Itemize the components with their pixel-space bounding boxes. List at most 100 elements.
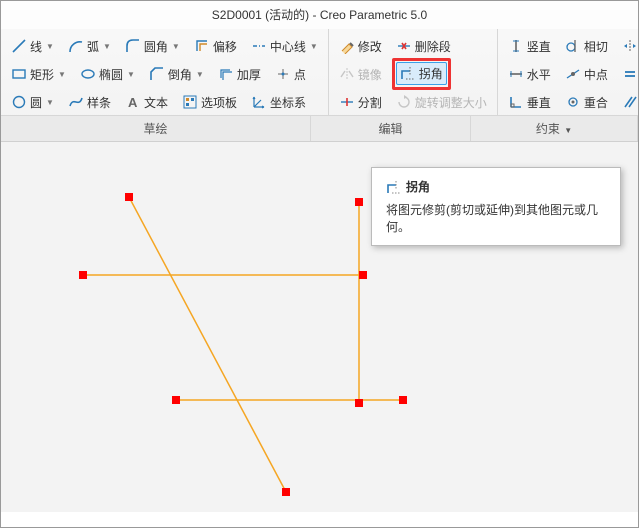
- mirror-icon: [339, 66, 355, 82]
- equal-button[interactable]: 相等: [618, 63, 639, 86]
- point-button[interactable]: 点: [271, 63, 310, 86]
- midpoint-label: 中点: [584, 66, 608, 83]
- endpoint-handle[interactable]: [359, 271, 367, 279]
- vertical-button[interactable]: 竖直: [504, 35, 555, 58]
- rotate-resize-button: 旋转调整大小: [392, 91, 491, 114]
- group-label-edit: 编辑: [311, 116, 471, 141]
- offset-button[interactable]: 偏移: [190, 35, 241, 58]
- rotate-resize-label: 旋转调整大小: [415, 94, 487, 111]
- palette-icon: [182, 94, 198, 110]
- centerline-button[interactable]: 中心线▼: [247, 35, 322, 58]
- text-label: 文本: [144, 94, 168, 111]
- endpoint-handle[interactable]: [399, 396, 407, 404]
- text-icon: A: [125, 94, 141, 110]
- chamfer-label: 倒角: [168, 66, 192, 83]
- csys-button[interactable]: 坐标系: [247, 91, 310, 114]
- group-label-sketch: 草绘: [1, 116, 311, 141]
- perpendicular-button[interactable]: 垂直: [504, 91, 555, 114]
- circle-label: 圆: [30, 94, 42, 111]
- text-button[interactable]: A文本: [121, 91, 172, 114]
- group-label-constrain[interactable]: 约束 ▼: [471, 116, 638, 141]
- perpendicular-icon: [508, 94, 524, 110]
- equal-icon: [622, 66, 638, 82]
- corner-icon: [400, 65, 416, 81]
- modify-button[interactable]: 修改: [335, 35, 386, 58]
- chamfer-button[interactable]: 倒角 ▼: [145, 63, 208, 86]
- window-title: S2D0001 (活动的) - Creo Parametric 5.0: [1, 1, 638, 29]
- line-icon: [11, 38, 27, 54]
- rect-icon: [11, 66, 27, 82]
- rect-label: 矩形: [30, 66, 54, 83]
- endpoint-handle[interactable]: [125, 193, 133, 201]
- mirror-button: 镜像: [335, 63, 386, 86]
- perpendicular-label: 垂直: [527, 94, 551, 111]
- symmetric-button[interactable]: 对称: [618, 35, 639, 58]
- offset-label: 偏移: [213, 38, 237, 55]
- dropdown-arrow-icon: ▼: [310, 42, 318, 51]
- parallel-button[interactable]: 平行: [618, 91, 639, 114]
- endpoint-handle[interactable]: [79, 271, 87, 279]
- dropdown-arrow-icon: ▼: [196, 70, 204, 79]
- split-label: 分割: [358, 94, 382, 111]
- spline-icon: [68, 94, 84, 110]
- chamfer-icon: [149, 66, 165, 82]
- tangent-button[interactable]: 相切: [561, 35, 612, 58]
- mirror-label: 镜像: [358, 66, 382, 83]
- endpoint-handle[interactable]: [282, 488, 290, 496]
- tangent-icon: [565, 38, 581, 54]
- delete-seg-label: 删除段: [415, 38, 451, 55]
- endpoint-handle[interactable]: [355, 399, 363, 407]
- group-sketch: 线▼弧▼圆角▼偏移中心线▼矩形▼椭圆▼倒角▼加厚点圆▼样条A文本选项板坐标系: [1, 29, 329, 115]
- delete-seg-button[interactable]: 删除段: [392, 35, 455, 58]
- group-constrain: 竖直 相切对称水平 中点相等垂直重合平行: [498, 29, 639, 115]
- rect-button[interactable]: 矩形 ▼: [7, 63, 70, 86]
- vertical-icon: [508, 38, 524, 54]
- csys-label: 坐标系: [270, 94, 306, 111]
- split-button[interactable]: 分割: [335, 91, 386, 114]
- point-icon: [275, 66, 291, 82]
- rotate-resize-icon: [396, 94, 412, 110]
- vertical-label: 竖直: [527, 38, 551, 55]
- sketch-canvas[interactable]: 拐角 将图元修剪(剪切或延伸)到其他图元或几何。: [1, 142, 638, 512]
- fillet-icon: [125, 38, 141, 54]
- delete-seg-icon: [396, 38, 412, 54]
- ribbon: 线▼弧▼圆角▼偏移中心线▼矩形▼椭圆▼倒角▼加厚点圆▼样条A文本选项板坐标系 修…: [1, 29, 638, 142]
- sketch-line[interactable]: [129, 197, 286, 492]
- dropdown-arrow-icon: ▼: [46, 42, 54, 51]
- arc-icon: [68, 38, 84, 54]
- modify-icon: [339, 38, 355, 54]
- ellipse-icon: [80, 66, 96, 82]
- centerline-icon: [251, 38, 267, 54]
- parallel-icon: [622, 94, 638, 110]
- arc-button[interactable]: 弧▼: [64, 35, 115, 58]
- offset-icon: [194, 38, 210, 54]
- spline-label: 样条: [87, 94, 111, 111]
- endpoint-handle[interactable]: [172, 396, 180, 404]
- coincident-button[interactable]: 重合: [561, 91, 612, 114]
- coincident-icon: [565, 94, 581, 110]
- dropdown-arrow-icon: ▼: [46, 98, 54, 107]
- ellipse-button[interactable]: 椭圆▼: [76, 63, 139, 86]
- thicken-icon: [218, 66, 234, 82]
- tangent-label: 相切: [584, 38, 608, 55]
- symmetric-icon: [622, 38, 638, 54]
- palette-button[interactable]: 选项板: [178, 91, 241, 114]
- spline-button[interactable]: 样条: [64, 91, 115, 114]
- dropdown-arrow-icon: ▼: [58, 70, 66, 79]
- circle-button[interactable]: 圆▼: [7, 91, 58, 114]
- endpoint-handle[interactable]: [355, 198, 363, 206]
- midpoint-button[interactable]: 中点: [561, 63, 612, 86]
- line-button[interactable]: 线▼: [7, 35, 58, 58]
- corner-label: 拐角: [419, 65, 443, 82]
- midpoint-icon: [565, 66, 581, 82]
- horizontal-icon: [508, 66, 524, 82]
- corner-button[interactable]: 拐角: [396, 62, 447, 85]
- fillet-button[interactable]: 圆角▼: [121, 35, 184, 58]
- thicken-button[interactable]: 加厚: [214, 63, 265, 86]
- dropdown-arrow-icon: ▼: [127, 70, 135, 79]
- tooltip-corner: 拐角 将图元修剪(剪切或延伸)到其他图元或几何。: [371, 167, 621, 246]
- horizontal-button[interactable]: 水平: [504, 63, 555, 86]
- modify-label: 修改: [358, 38, 382, 55]
- corner-icon: [386, 179, 402, 195]
- thicken-label: 加厚: [237, 66, 261, 83]
